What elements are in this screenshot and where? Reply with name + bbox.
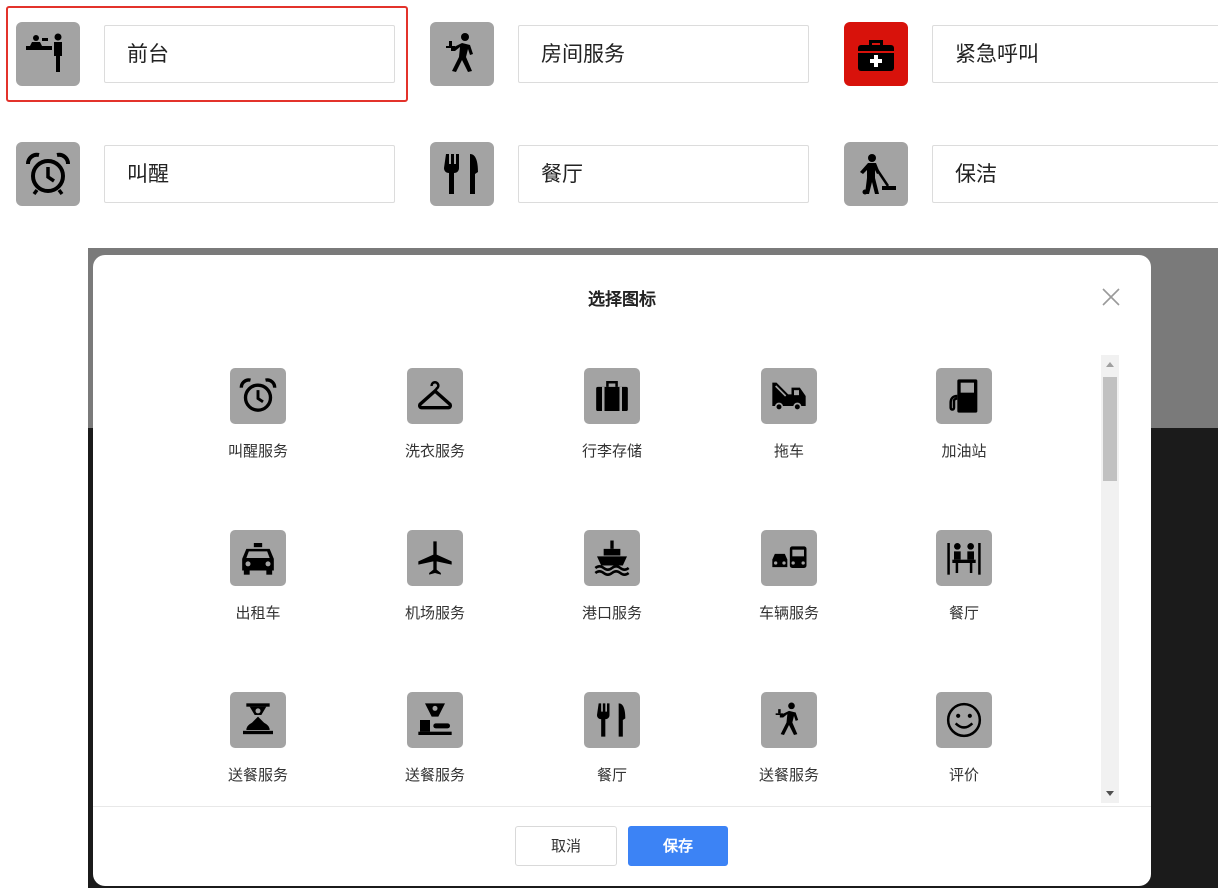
service-name-field[interactable]: 紧急呼叫 — [932, 25, 1218, 83]
icon-option-wake-up[interactable]: 叫醒服务 — [197, 368, 317, 488]
scrollbar-thumb[interactable] — [1103, 377, 1117, 481]
ship-icon — [584, 530, 640, 586]
icon-option-label: 港口服务 — [581, 604, 642, 622]
icon-option-rating[interactable]: 评价 — [903, 692, 1023, 812]
room-service-icon — [761, 692, 817, 748]
service-name-field[interactable]: 叫醒 — [104, 145, 395, 203]
alarm-clock-icon — [230, 368, 286, 424]
icon-option-port[interactable]: 港口服务 — [551, 530, 671, 650]
scroll-down-icon[interactable] — [1106, 791, 1114, 796]
vertical-scrollbar[interactable] — [1101, 355, 1119, 803]
icon-option-meal-delivery[interactable]: 送餐服务 — [197, 692, 317, 812]
footer-divider — [93, 806, 1151, 807]
icon-option-label: 拖车 — [773, 442, 804, 460]
smiley-icon — [936, 692, 992, 748]
icon-option-label: 送餐服务 — [758, 766, 819, 784]
icon-option-label: 行李存储 — [581, 442, 642, 460]
alarm-clock-icon — [16, 142, 80, 206]
icon-option-label: 评价 — [948, 766, 979, 784]
dining-people-icon — [936, 530, 992, 586]
icon-option-label: 车辆服务 — [758, 604, 819, 622]
dialog-title: 选择图标 — [588, 290, 656, 310]
icon-option-meal-delivery-2[interactable]: 送餐服务 — [374, 692, 494, 812]
icon-option-label: 送餐服务 — [227, 766, 288, 784]
service-name-field[interactable]: 房间服务 — [518, 25, 809, 83]
icon-option-airport[interactable]: 机场服务 — [374, 530, 494, 650]
icon-option-label: 餐厅 — [948, 604, 979, 622]
front-desk-icon — [16, 22, 80, 86]
airplane-icon — [407, 530, 463, 586]
gas-station-icon — [936, 368, 992, 424]
icon-option-room-service[interactable]: 送餐服务 — [728, 692, 848, 812]
waiter-cloche-icon — [230, 692, 286, 748]
service-name-field[interactable]: 餐厅 — [518, 145, 809, 203]
room-service-icon — [430, 22, 494, 86]
scroll-up-icon[interactable] — [1106, 362, 1114, 367]
icon-option-label: 机场服务 — [404, 604, 465, 622]
save-button[interactable]: 保存 — [628, 826, 728, 866]
icon-option-label: 送餐服务 — [404, 766, 465, 784]
icon-option-label: 餐厅 — [596, 766, 627, 784]
icon-option-label: 洗衣服务 — [404, 442, 465, 460]
cancel-button[interactable]: 取消 — [515, 826, 617, 866]
service-name-field[interactable]: 保洁 — [932, 145, 1218, 203]
luggage-icon — [584, 368, 640, 424]
car-bus-icon — [761, 530, 817, 586]
close-icon[interactable] — [1099, 285, 1123, 309]
icon-option-vehicle[interactable]: 车辆服务 — [728, 530, 848, 650]
icon-option-luggage[interactable]: 行李存储 — [551, 368, 671, 488]
fork-knife-icon — [584, 692, 640, 748]
service-name-field[interactable]: 前台 — [104, 25, 395, 83]
icon-option-label: 加油站 — [941, 442, 987, 460]
tow-truck-icon — [761, 368, 817, 424]
icon-option-label: 叫醒服务 — [227, 442, 288, 460]
icon-option-gas-station[interactable]: 加油站 — [903, 368, 1023, 488]
icon-option-label: 出租车 — [235, 604, 281, 622]
icon-option-restaurant-people[interactable]: 餐厅 — [903, 530, 1023, 650]
server-tray-icon — [407, 692, 463, 748]
icon-picker-dialog: 选择图标 叫醒服务 洗衣服务 行李存储 拖车 加油站 出租车 机场服务 港口服务… — [93, 255, 1151, 886]
icon-option-laundry[interactable]: 洗衣服务 — [374, 368, 494, 488]
taxi-icon — [230, 530, 286, 586]
vacuum-cleaning-icon — [844, 142, 908, 206]
icon-option-taxi[interactable]: 出租车 — [197, 530, 317, 650]
icon-option-restaurant[interactable]: 餐厅 — [551, 692, 671, 812]
first-aid-kit-icon — [844, 22, 908, 86]
hanger-icon — [407, 368, 463, 424]
fork-knife-icon — [430, 142, 494, 206]
icon-option-tow-truck[interactable]: 拖车 — [728, 368, 848, 488]
